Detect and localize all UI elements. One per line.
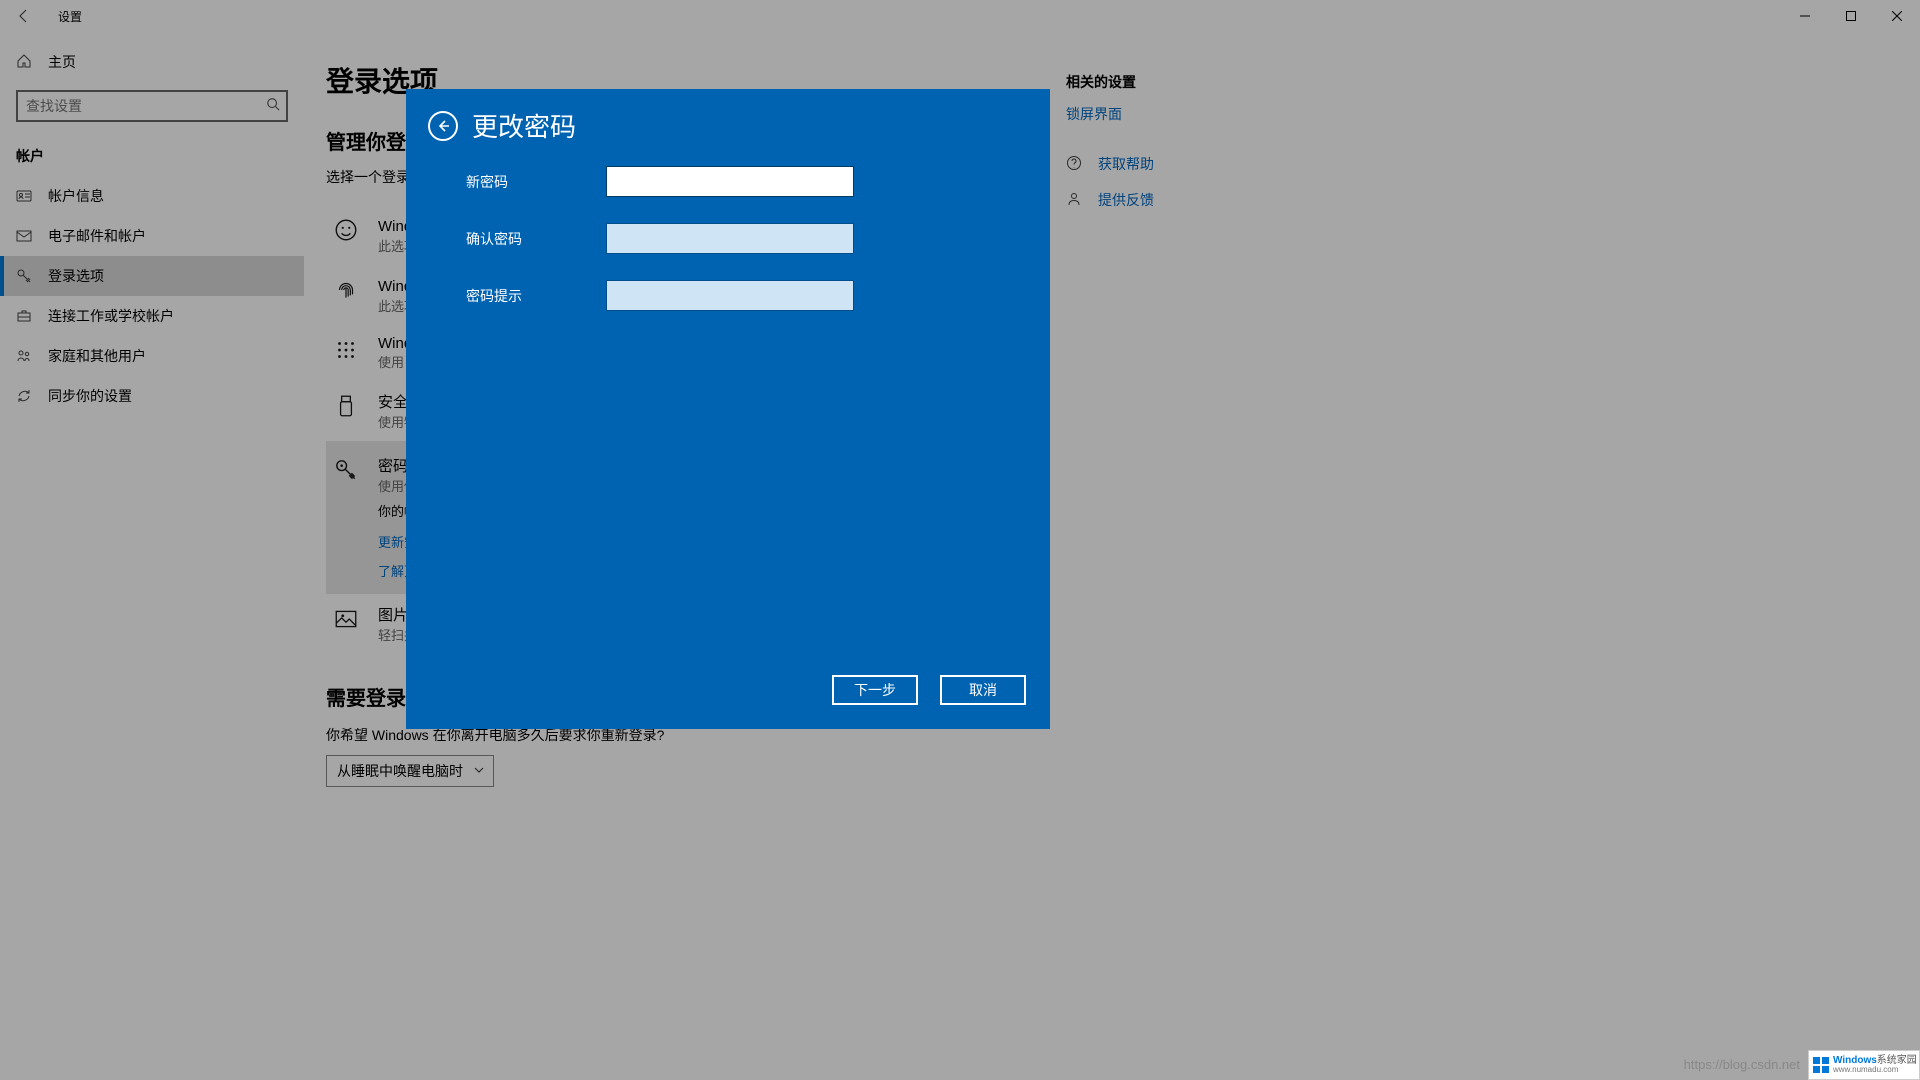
change-password-dialog: 更改密码 新密码 确认密码 密码提示 下一步 取消: [406, 89, 1050, 729]
watermark: Windows系统家园 www.numadu.com: [1808, 1050, 1920, 1080]
input-new-password[interactable]: [606, 166, 854, 197]
dialog-back-button[interactable]: [428, 111, 458, 141]
footer-url: https://blog.csdn.net: [1684, 1057, 1800, 1072]
label-confirm-password: 确认密码: [466, 229, 606, 249]
dialog-title: 更改密码: [472, 107, 576, 144]
label-new-password: 新密码: [466, 172, 606, 192]
cancel-button[interactable]: 取消: [940, 675, 1026, 705]
next-button[interactable]: 下一步: [832, 675, 918, 705]
input-password-hint[interactable]: [606, 280, 854, 311]
input-confirm-password[interactable]: [606, 223, 854, 254]
label-password-hint: 密码提示: [466, 286, 606, 306]
windows-logo-icon: [1813, 1057, 1829, 1073]
